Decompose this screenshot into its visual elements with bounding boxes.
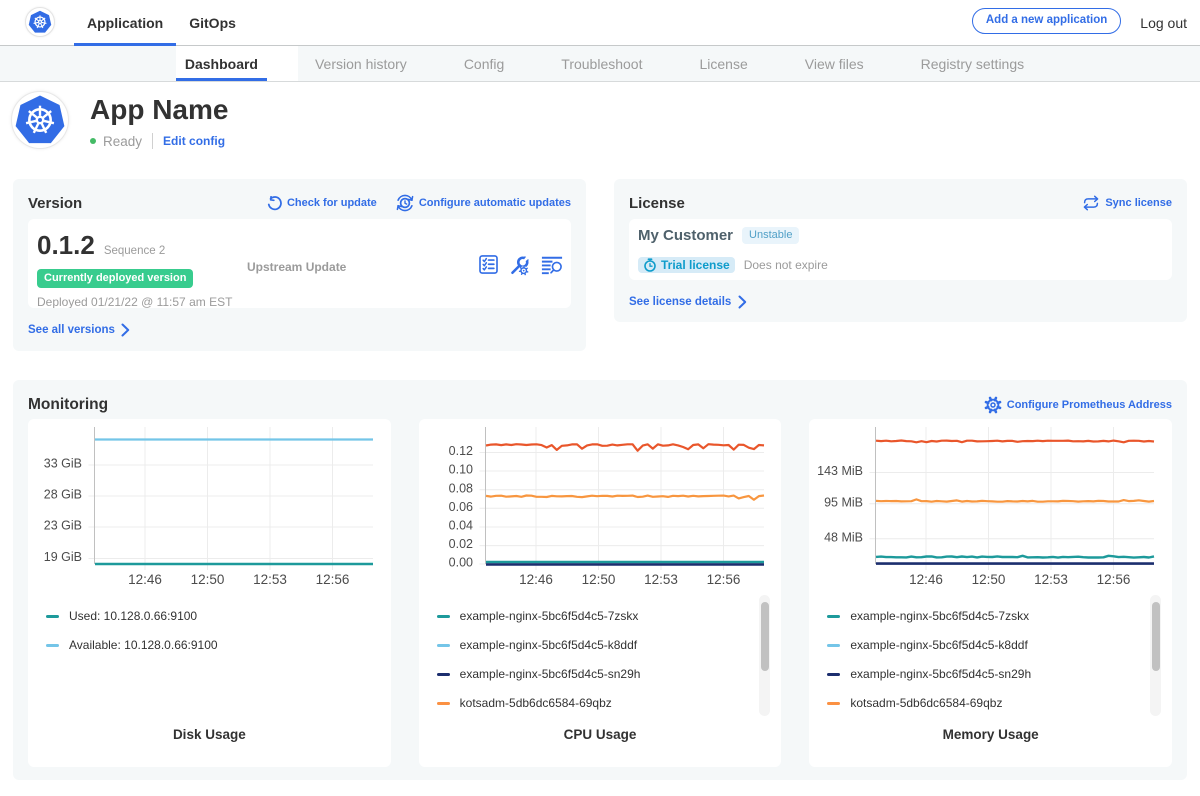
svg-text:48 MiB: 48 MiB [824, 530, 863, 544]
svg-text:12:50: 12:50 [191, 572, 225, 587]
svg-text:143 MiB: 143 MiB [817, 464, 863, 478]
svg-text:0.06: 0.06 [448, 500, 472, 514]
svg-text:0.12: 0.12 [448, 444, 472, 458]
svg-text:12:56: 12:56 [1097, 572, 1131, 587]
svg-text:0.00: 0.00 [448, 556, 472, 570]
svg-text:0.10: 0.10 [448, 463, 472, 477]
svg-text:12:46: 12:46 [519, 572, 553, 587]
svg-text:23 GiB: 23 GiB [44, 519, 82, 533]
svg-text:12:46: 12:46 [128, 572, 162, 587]
svg-text:0.02: 0.02 [448, 537, 472, 551]
svg-text:12:50: 12:50 [581, 572, 615, 587]
svg-text:12:53: 12:53 [253, 572, 287, 587]
svg-text:33 GiB: 33 GiB [44, 457, 82, 471]
svg-text:12:46: 12:46 [909, 572, 943, 587]
svg-text:95 MiB: 95 MiB [824, 495, 863, 509]
svg-text:12:50: 12:50 [972, 572, 1006, 587]
svg-text:12:56: 12:56 [706, 572, 740, 587]
svg-text:12:53: 12:53 [644, 572, 678, 587]
svg-text:0.08: 0.08 [448, 481, 472, 495]
svg-text:12:53: 12:53 [1034, 572, 1068, 587]
svg-text:28 GiB: 28 GiB [44, 488, 82, 502]
svg-text:19 GiB: 19 GiB [44, 550, 82, 564]
svg-text:0.04: 0.04 [448, 519, 472, 533]
svg-text:12:56: 12:56 [316, 572, 350, 587]
